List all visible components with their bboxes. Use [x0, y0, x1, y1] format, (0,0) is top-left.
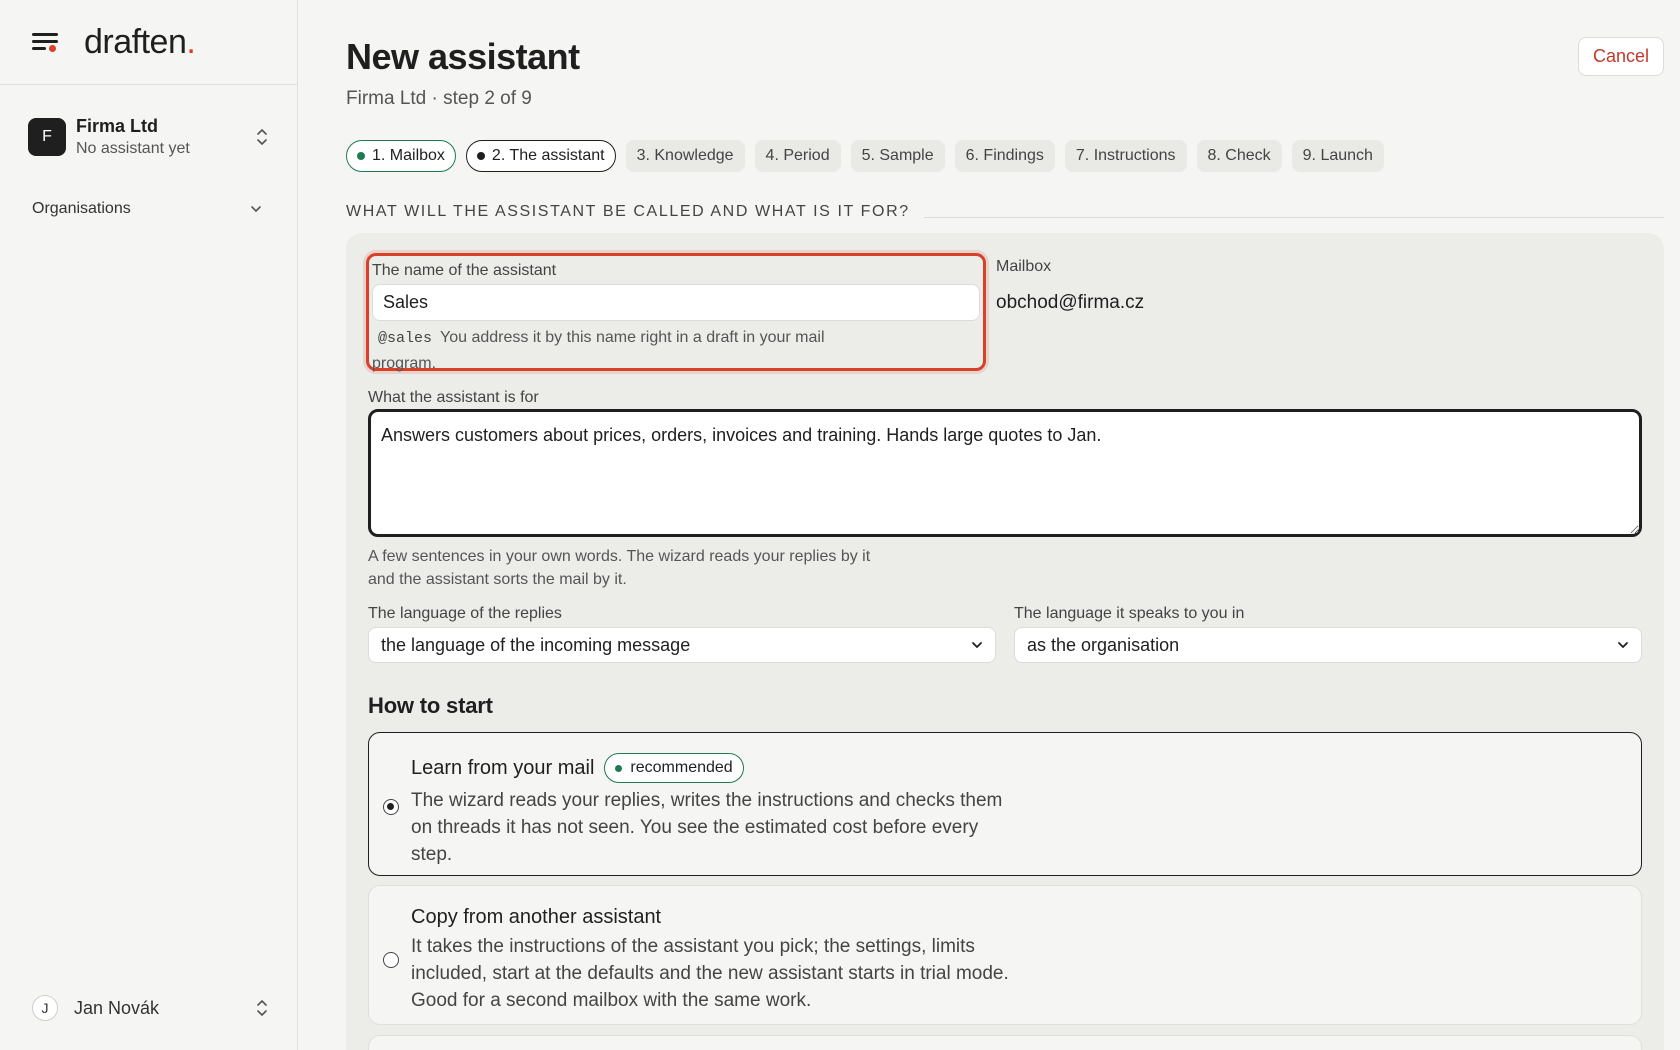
mailbox-value: obchod@firma.cz	[996, 292, 1145, 313]
badge-dot	[615, 764, 623, 772]
radio-copy[interactable]	[383, 952, 399, 968]
chevron-down-icon	[1618, 642, 1628, 648]
start-option-copy-desc: It takes the instructions of the assista…	[411, 936, 1009, 1011]
assistant-name-field: The name of the assistant @salesYou addr…	[366, 253, 986, 372]
chevron-down-icon	[251, 206, 261, 212]
page-title: New assistant	[346, 36, 580, 77]
assistant-purpose-hint: A few sentences in your own words. The w…	[368, 548, 871, 588]
step-check[interactable]: 8. Check	[1196, 140, 1282, 172]
org-avatar: F	[28, 118, 66, 156]
avatar: J	[32, 995, 58, 1021]
assistant-purpose-textarea[interactable]: Answers customers about prices, orders, …	[368, 409, 1642, 537]
step-sample[interactable]: 5. Sample	[850, 140, 945, 172]
reply-language-select[interactable]: the language of the incoming message	[368, 627, 996, 663]
step-instructions[interactable]: 7. Instructions	[1064, 140, 1187, 172]
cancel-button[interactable]: Cancel	[1577, 37, 1664, 76]
assistant-form-card: The name of the assistant @salesYou addr…	[346, 233, 1664, 1050]
user-name: Jan Novák	[74, 997, 160, 1018]
ui-language-label: The language it speaks to you in	[1014, 605, 1245, 622]
org-status: No assistant yet	[76, 140, 190, 157]
step-mailbox[interactable]: 1. Mailbox	[346, 140, 456, 172]
step-findings[interactable]: 6. Findings	[954, 140, 1055, 172]
step-knowledge[interactable]: 3. Knowledge	[625, 140, 745, 172]
divider	[923, 216, 1664, 218]
start-option-more[interactable]	[368, 1035, 1642, 1050]
chevron-down-icon	[972, 642, 982, 648]
mailbox-info: Mailbox obchod@firma.cz	[996, 258, 1144, 314]
reply-language-label: The language of the replies	[368, 605, 562, 622]
start-option-learn-desc: The wizard reads your replies, writes th…	[411, 790, 1003, 865]
chevron-up-down-icon	[257, 129, 267, 145]
nav-organisations[interactable]: Organisations	[0, 191, 297, 227]
how-to-start-heading: How to start	[368, 693, 493, 718]
start-option-copy[interactable]: Copy from another assistant It takes the…	[368, 885, 1642, 1025]
step-the-assistant[interactable]: 2. The assistant	[465, 140, 616, 172]
step-launch[interactable]: 9. Launch	[1291, 140, 1384, 172]
assistant-purpose-label: What the assistant is for	[368, 389, 539, 406]
wizard-steps: 1. Mailbox 2. The assistant 3. Knowledge…	[346, 140, 1384, 172]
reply-language-field: The language of the replies the language…	[368, 605, 996, 663]
start-option-learn[interactable]: Learn from your mail recommended The wiz…	[368, 732, 1642, 876]
brand-bar: draften.	[0, 0, 297, 85]
language-row: The language of the replies the language…	[368, 605, 1642, 663]
org-name: Firma Ltd	[76, 116, 159, 136]
ui-language-select[interactable]: as the organisation	[1014, 627, 1642, 663]
mailbox-label: Mailbox	[996, 258, 1052, 275]
sidebar: draften. F Firma Ltd No assistant yet Or…	[0, 0, 298, 1050]
step-current-dot	[476, 152, 485, 160]
assistant-name-input[interactable]	[372, 284, 980, 321]
main-content: New assistant Firma Ltd · step 2 of 9 Ca…	[298, 0, 1680, 1050]
step-period[interactable]: 4. Period	[754, 140, 841, 172]
radio-learn[interactable]	[383, 799, 399, 815]
section-heading: WHAT WILL THE ASSISTANT BE CALLED AND WH…	[346, 203, 1664, 221]
step-done-dot	[357, 152, 365, 160]
logo[interactable]: draften.	[84, 23, 196, 62]
assistant-name-hint: @sales You address it by this name right …	[372, 329, 825, 372]
assistant-name-label: The name of the assistant	[372, 262, 557, 279]
recommended-badge: recommended	[604, 753, 744, 783]
nav-organisations-label: Organisations	[32, 200, 131, 217]
menu-icon[interactable]	[32, 31, 58, 53]
assistant-purpose-field: What the assistant is for Answers custom…	[368, 389, 1642, 591]
start-option-copy-title: Copy from another assistant	[411, 906, 662, 928]
ui-language-field: The language it speaks to you in as the …	[1014, 605, 1642, 663]
org-switcher[interactable]: F Firma Ltd No assistant yet	[0, 85, 297, 189]
user-menu[interactable]: J Jan Novák	[32, 990, 269, 1026]
start-option-learn-title: Learn from your mail	[411, 756, 595, 779]
chevron-up-down-icon	[257, 1000, 267, 1016]
assistant-handle: @sales	[378, 330, 433, 347]
page-subtitle: Firma Ltd · step 2 of 9	[346, 88, 532, 109]
